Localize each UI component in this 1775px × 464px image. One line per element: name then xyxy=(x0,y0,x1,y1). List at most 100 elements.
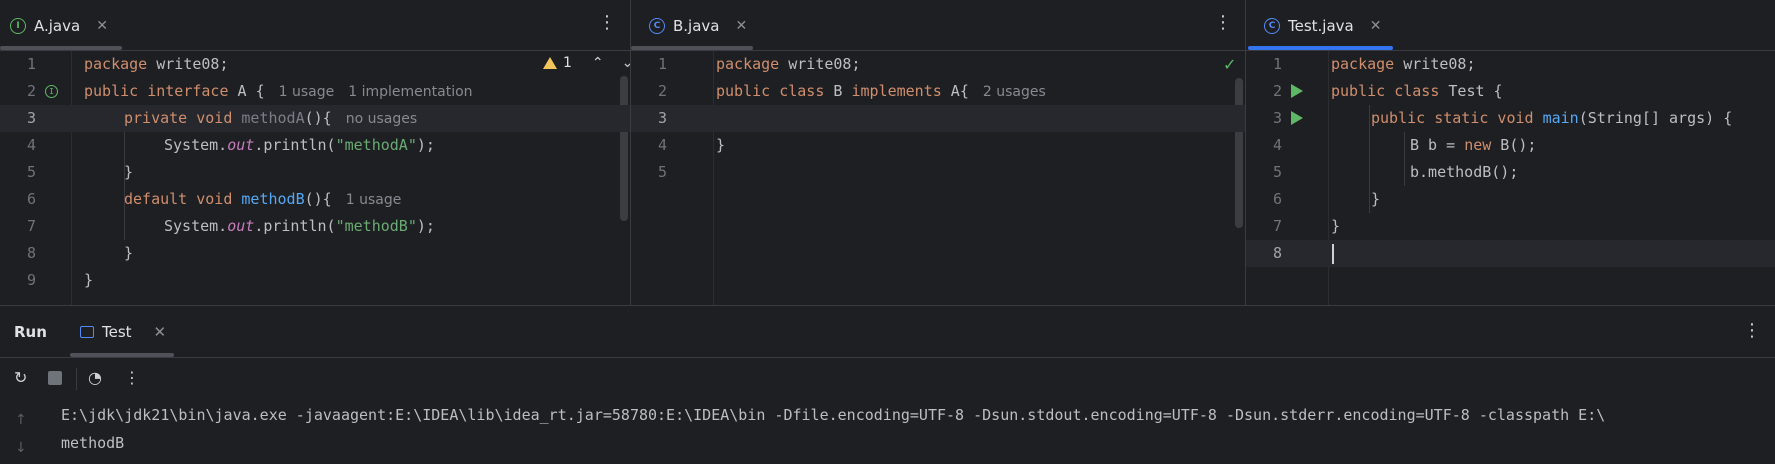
run-toolbar: ↻ ◔ ⋮ xyxy=(0,358,1775,398)
console-icon xyxy=(80,326,94,338)
line-number: 6 xyxy=(1272,190,1282,208)
rerun-icon[interactable]: ↻ xyxy=(14,368,27,387)
code-line: 3 public static void main(String[] args)… xyxy=(1246,105,1775,132)
tab-underline xyxy=(631,46,753,50)
console-gutter: ↑ ↓ xyxy=(0,398,44,464)
code-line: 1 package write08; xyxy=(0,51,630,78)
close-icon[interactable]: ✕ xyxy=(736,18,748,34)
line-number: 4 xyxy=(1272,136,1282,154)
code-line: 9 } xyxy=(0,267,630,294)
scroll-up-icon[interactable]: ↑ xyxy=(15,412,27,428)
line-number: 2 xyxy=(657,82,667,100)
code-line-current: 3 xyxy=(631,105,1246,132)
code-line: 4 } xyxy=(631,132,1246,159)
tab-label: A.java xyxy=(34,17,81,35)
code-line: 2 public class Test { xyxy=(1246,78,1775,105)
line-number: 2 xyxy=(26,82,36,100)
line-number: 5 xyxy=(26,163,36,181)
tab-label: Test.java xyxy=(1288,17,1354,35)
line-number: 1 xyxy=(26,55,36,73)
line-number: 3 xyxy=(657,109,667,127)
more-options-icon[interactable]: ⋮ xyxy=(598,12,616,33)
tab-underline xyxy=(0,46,122,50)
line-number: 2 xyxy=(1272,82,1282,100)
run-panel: Run Test ✕ ⋮ ↻ ◔ ⋮ ↑ ↓ E:\jdk\jdk21\bin\… xyxy=(0,305,1775,464)
code-line: 4 B b = new B(); xyxy=(1246,132,1775,159)
usage-hint[interactable]: 1 usage xyxy=(279,84,335,100)
code-line: 4 System.out.println("methodA"); xyxy=(0,132,630,159)
console-output[interactable]: ↑ ↓ E:\jdk\jdk21\bin\java.exe -javaagent… xyxy=(0,398,1775,464)
scroll-down-icon[interactable]: ↓ xyxy=(15,440,27,456)
tab-bar: C B.java ✕ ⋮ xyxy=(631,0,1246,51)
implementation-hint[interactable]: 1 implementation xyxy=(348,84,472,100)
code-line: 1 package write08; xyxy=(631,51,1246,78)
usage-hint[interactable]: no usages xyxy=(346,111,417,127)
code-line: 1 package write08; xyxy=(1246,51,1775,78)
line-number: 7 xyxy=(1272,217,1282,235)
editor-pane-test: C Test.java ✕ 1 package write08; 2 publi… xyxy=(1245,0,1775,305)
line-number: 4 xyxy=(657,136,667,154)
run-tab-underline xyxy=(70,353,174,357)
line-number: 8 xyxy=(1272,244,1282,262)
toolbar-divider xyxy=(76,368,77,390)
line-number: 9 xyxy=(26,271,36,289)
tab-label: B.java xyxy=(673,17,720,35)
more-options-icon[interactable]: ⋮ xyxy=(124,368,140,387)
class-icon: C xyxy=(649,18,665,34)
tab-test-java[interactable]: C Test.java ✕ xyxy=(1264,14,1381,38)
close-icon[interactable]: ✕ xyxy=(154,323,167,341)
usage-hint[interactable]: 1 usage xyxy=(346,192,402,208)
code-line-current: 3 private void methodA(){no usages xyxy=(0,105,630,132)
code-line: 5 } xyxy=(0,159,630,186)
tab-a-java[interactable]: I A.java ✕ xyxy=(10,14,108,38)
code-editor[interactable]: ✓ 1 package write08; 2 public class B im… xyxy=(631,51,1246,305)
code-line: 7 System.out.println("methodB"); xyxy=(0,213,630,240)
tab-underline-active xyxy=(1248,46,1393,50)
console-line: E:\jdk\jdk21\bin\java.exe -javaagent:E:\… xyxy=(61,406,1606,424)
run-tab-test[interactable]: Test ✕ xyxy=(80,323,166,341)
editor-pane-a: I A.java ✕ ⋮ 1 ⌃ ⌄ 1 package write08; 2 xyxy=(0,0,630,305)
tab-b-java[interactable]: C B.java ✕ xyxy=(649,14,747,38)
close-icon[interactable]: ✕ xyxy=(96,18,108,34)
code-line: 6 default void methodB(){1 usage xyxy=(0,186,630,213)
tab-bar: C Test.java ✕ xyxy=(1246,0,1775,51)
line-number: 7 xyxy=(26,217,36,235)
code-line: 2 I public interface A {1 usage 1 impleme… xyxy=(0,78,630,105)
run-tab-label: Test xyxy=(102,323,132,341)
line-number: 8 xyxy=(26,244,36,262)
code-line: 8 } xyxy=(0,240,630,267)
implemented-icon[interactable]: I xyxy=(45,85,58,98)
console-line: methodB xyxy=(61,434,125,452)
run-icon[interactable] xyxy=(1291,111,1303,125)
stop-icon[interactable] xyxy=(48,371,62,385)
more-options-icon[interactable]: ⋮ xyxy=(1743,320,1761,341)
code-line-current: 8 xyxy=(1246,240,1775,267)
line-number: 1 xyxy=(1272,55,1282,73)
line-number: 4 xyxy=(26,136,36,154)
tab-bar: I A.java ✕ ⋮ xyxy=(0,0,630,51)
line-number: 1 xyxy=(657,55,667,73)
more-options-icon[interactable]: ⋮ xyxy=(1214,12,1232,33)
code-editor[interactable]: 1 package write08; 2 public class Test {… xyxy=(1246,51,1775,305)
profiler-icon[interactable]: ◔ xyxy=(88,368,102,387)
run-icon[interactable] xyxy=(1291,84,1303,98)
usage-hint[interactable]: 2 usages xyxy=(983,84,1046,100)
runnable-class-icon: C xyxy=(1264,18,1280,34)
run-panel-header: Run Test ✕ ⋮ xyxy=(0,306,1775,358)
line-number: 5 xyxy=(1272,163,1282,181)
close-icon[interactable]: ✕ xyxy=(1370,18,1382,34)
code-line: 7 } xyxy=(1246,213,1775,240)
code-line: 2 public class B implements A{2 usages xyxy=(631,78,1246,105)
line-number: 5 xyxy=(657,163,667,181)
code-line: 5 b.methodB(); xyxy=(1246,159,1775,186)
editor-area: I A.java ✕ ⋮ 1 ⌃ ⌄ 1 package write08; 2 xyxy=(0,0,1775,305)
interface-icon: I xyxy=(10,18,26,34)
line-number: 3 xyxy=(26,109,36,127)
editor-pane-b: C B.java ✕ ⋮ ✓ 1 package write08; 2 publ… xyxy=(630,0,1246,305)
code-line: 5 xyxy=(631,159,1246,186)
run-panel-title: Run xyxy=(14,323,47,341)
line-number: 6 xyxy=(26,190,36,208)
code-editor[interactable]: 1 ⌃ ⌄ 1 package write08; 2 I public inte… xyxy=(0,51,630,305)
text-cursor xyxy=(1332,244,1334,264)
line-number: 3 xyxy=(1272,109,1282,127)
